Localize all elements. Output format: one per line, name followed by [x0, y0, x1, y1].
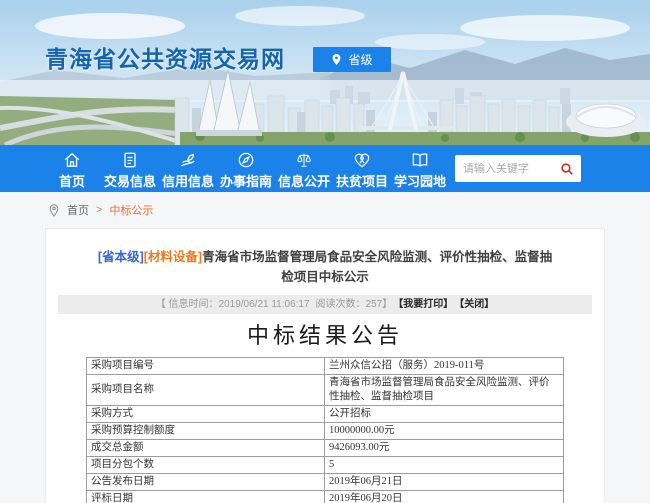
- notice-table: 采购项目编号 兰州众信公招（服务）2019-011号 采购项目名称 青海省市场监督管理…: [86, 357, 564, 503]
- table-row: 公告发布日期 2019年06月21日: [86, 473, 564, 491]
- breadcrumb-home-link[interactable]: 首页: [67, 202, 89, 218]
- article-title-text: 青海省市场监督管理局食品安全风险监测、评价性抽检、监督抽检项目中标公示: [202, 250, 553, 284]
- nav-item-label: 信用信息: [162, 173, 215, 189]
- row-label: 成交总金额: [86, 439, 325, 457]
- region-tag: [省本级]: [97, 250, 144, 264]
- row-label: 采购项目名称: [86, 374, 325, 406]
- article-title: [省本级][材料设备]青海省市场监督管理局食品安全风险监测、评价性抽检、监督抽检…: [95, 247, 555, 287]
- print-button[interactable]: 【我要打印】: [398, 299, 453, 310]
- nav-item-label: 信息公开: [278, 173, 331, 189]
- site-banner: 青海省公共资源交易网 省级: [0, 0, 650, 145]
- row-value: 公开招标: [324, 405, 564, 423]
- nav-item-1[interactable]: 首页: [46, 145, 98, 192]
- row-label: 采购方式: [86, 405, 325, 423]
- credit-hand-icon: [178, 150, 198, 170]
- nav-item-label: 扶贫项目: [336, 173, 389, 189]
- table-row: 采购预算控制额度 10000000.00元: [86, 422, 564, 440]
- row-label: 项目分包个数: [86, 456, 325, 474]
- nav-item-6[interactable]: 扶贫项目: [336, 145, 388, 192]
- heart-person-icon: [352, 150, 372, 170]
- breadcrumb: 首页 > 中标公示: [0, 192, 650, 228]
- close-button[interactable]: 【关闭】: [459, 299, 494, 310]
- nav-item-5[interactable]: 信息公开: [278, 145, 330, 192]
- nav-item-label: 首页: [58, 173, 85, 189]
- search-box: [455, 155, 581, 182]
- nav-item-3[interactable]: 信用信息: [162, 145, 214, 192]
- site-title: 青海省公共资源交易网: [45, 46, 285, 72]
- info-bar: 【 信息时间：2019/06/21 11:06:17 阅读次数：257】 【我要打印…: [58, 295, 592, 314]
- main-nav: 首页 交易信息 信用信息 办事指南 信息公开 扶贫项目 学习园地: [0, 145, 650, 192]
- scales-icon: [294, 150, 314, 170]
- page: 青海省公共资源交易网 省级 首页 交易信息 信用信息 办事指南 信息公开 扶贫项目 学习园地: [0, 0, 650, 503]
- category-tag: [材料设备]: [143, 250, 203, 264]
- nav-item-label: 学习园地: [394, 173, 447, 189]
- read-count-label: 阅读次数：: [315, 299, 366, 310]
- search-button[interactable]: [559, 161, 575, 177]
- breadcrumb-separator: >: [96, 204, 103, 216]
- table-row: 采购方式 公开招标: [86, 405, 564, 423]
- row-label: 采购预算控制额度: [86, 422, 325, 440]
- nav-item-label: 办事指南: [220, 173, 273, 189]
- nav-item-label: 交易信息: [104, 173, 157, 189]
- row-label: 公告发布日期: [86, 473, 325, 491]
- nav-items: 首页 交易信息 信用信息 办事指南 信息公开 扶贫项目 学习园地: [46, 145, 446, 192]
- nav-item-4[interactable]: 办事指南: [220, 145, 272, 192]
- nav-item-2[interactable]: 交易信息: [104, 145, 156, 192]
- info-bar-close-bracket: 】: [382, 299, 393, 310]
- table-row: 成交总金额 9426093.00元: [86, 439, 564, 457]
- table-row: 项目分包个数 5: [86, 456, 564, 474]
- search-input[interactable]: [463, 162, 559, 175]
- row-value: 2019年06月20日: [324, 490, 564, 503]
- book-icon: [410, 150, 430, 170]
- row-value: 青海省市场监督管理局食品安全风险监测、评价性抽检、监督抽检项目: [324, 374, 564, 406]
- row-label: 采购项目编号: [86, 357, 325, 375]
- table-row: 采购项目编号 兰州众信公招（服务）2019-011号: [86, 357, 564, 375]
- row-value: 10000000.00元: [324, 422, 564, 440]
- table-row: 评标日期 2019年06月20日: [86, 490, 564, 503]
- breadcrumb-current: 中标公示: [109, 205, 154, 217]
- search-icon: [561, 162, 573, 175]
- compass-icon: [236, 150, 256, 170]
- row-value: 9426093.00元: [324, 439, 564, 457]
- row-value: 兰州众信公招（服务）2019-011号: [324, 357, 564, 375]
- info-time-value: 2019/06/21 11:06:17: [218, 299, 310, 310]
- breadcrumb-pin-icon: [49, 204, 59, 217]
- notice-table-body: 采购项目编号 兰州众信公招（服务）2019-011号 采购项目名称 青海省市场监督管理…: [86, 357, 564, 503]
- notice-title: 中标结果公告: [246, 323, 403, 348]
- home-icon: [62, 150, 82, 170]
- row-value: 5: [324, 456, 564, 474]
- row-label: 评标日期: [86, 490, 325, 503]
- region-level-label: 省级: [348, 53, 373, 67]
- location-pin-icon: [333, 54, 341, 65]
- info-time-label: 【 信息时间：: [155, 299, 219, 310]
- table-row: 采购项目名称 青海省市场监督管理局食品安全风险监测、评价性抽检、监督抽检项目: [86, 374, 564, 406]
- row-value: 2019年06月21日: [324, 473, 564, 491]
- read-count-value: 257: [365, 299, 383, 310]
- region-level-button[interactable]: 省级: [313, 47, 391, 72]
- nav-item-7[interactable]: 学习园地: [394, 145, 446, 192]
- content-card: [省本级][材料设备]青海省市场监督管理局食品安全风险监测、评价性抽检、监督抽检…: [45, 228, 605, 503]
- document-icon: [120, 150, 140, 170]
